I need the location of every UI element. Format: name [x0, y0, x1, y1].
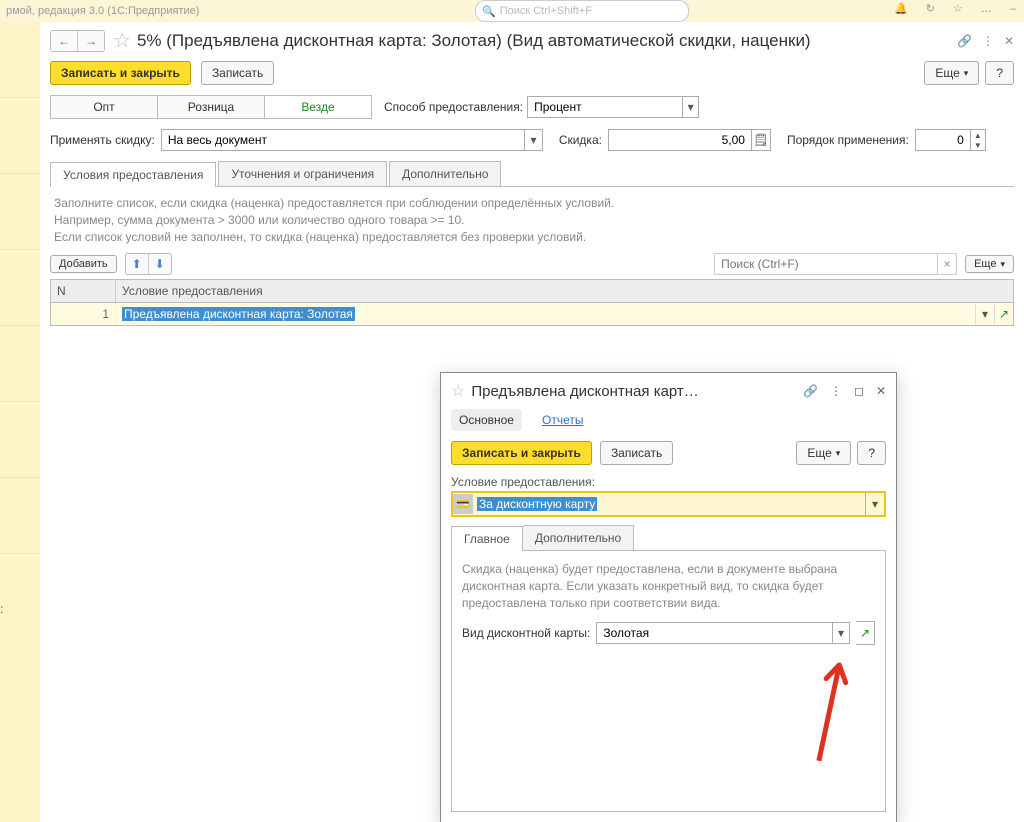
- app-title-fragment: рмой, редакция 3.0 (1С:Предприятие): [6, 5, 199, 17]
- popup-maximize-icon[interactable]: ◻: [854, 384, 864, 398]
- discount-field[interactable]: 🗒: [608, 129, 771, 151]
- popup-condition-value: За дисконтную карту: [477, 497, 597, 511]
- popup-condition-label: Условие предоставления:: [441, 469, 896, 491]
- bell-icon[interactable]: 🔔: [894, 2, 908, 15]
- row-open-icon[interactable]: ↗: [994, 304, 1013, 324]
- kind-label: Вид дисконтной карты:: [462, 626, 590, 640]
- command-bar: Записать и закрыть Записать Еще ▾ ?: [40, 57, 1024, 89]
- row-chevron-down-icon[interactable]: ▾: [975, 304, 994, 324]
- popup-write-button[interactable]: Записать: [600, 441, 673, 465]
- move-buttons[interactable]: ⬆ ⬇: [125, 253, 172, 275]
- kind-chevron-down-icon[interactable]: ▾: [832, 623, 849, 643]
- table-row[interactable]: 1 Предъявлена дисконтная карта: Золотая …: [51, 303, 1013, 325]
- spin-up-icon[interactable]: ▲: [971, 130, 985, 140]
- kebab-icon[interactable]: ⋮: [982, 34, 994, 48]
- tab-extra[interactable]: Дополнительно: [389, 161, 501, 186]
- tab-conditions[interactable]: Условия предоставления: [50, 162, 216, 187]
- popup-description: Скидка (наценка) будет предоставлена, ес…: [462, 561, 875, 611]
- conditions-toolbar: Добавить ⬆ ⬇ × Еще ▾: [50, 253, 1014, 275]
- nav-arrows[interactable]: ← →: [50, 30, 105, 52]
- form-title: 5% (Предъявлена дисконтная карта: Золота…: [137, 31, 811, 51]
- popup-more-button[interactable]: Еще ▾: [796, 441, 851, 465]
- write-button[interactable]: Записать: [201, 61, 274, 85]
- card-icon: 💳: [453, 494, 473, 514]
- calculator-icon[interactable]: 🗒: [751, 130, 770, 150]
- kind-combo[interactable]: ▾: [596, 622, 850, 644]
- provide-method-input[interactable]: [528, 97, 682, 117]
- app-topbar: рмой, редакция 3.0 (1С:Предприятие) 🔍 По…: [0, 0, 1024, 23]
- kind-open-icon[interactable]: ↗: [856, 621, 875, 645]
- popup-tab-extra[interactable]: Дополнительно: [523, 525, 634, 550]
- add-button[interactable]: Добавить: [50, 255, 117, 273]
- move-down-icon[interactable]: ⬇: [148, 254, 171, 274]
- forward-arrow-icon[interactable]: →: [77, 31, 104, 51]
- col-condition: Условие предоставления: [116, 280, 1013, 302]
- conditions-search-input[interactable]: [715, 254, 937, 274]
- gutter-colon: :: [0, 602, 3, 616]
- popup-condition-combo[interactable]: 💳 За дисконтную карту ▾: [451, 491, 886, 517]
- popup-write-close-button[interactable]: Записать и закрыть: [451, 441, 592, 465]
- conditions-more-button[interactable]: Еще ▾: [965, 255, 1014, 273]
- provide-method-combo[interactable]: ▾: [527, 96, 699, 118]
- more-button[interactable]: Еще ▾: [924, 61, 979, 85]
- popup-subtab-main[interactable]: Основное: [451, 409, 522, 431]
- apply-discount-input[interactable]: [162, 130, 524, 150]
- star-icon[interactable]: ☆: [953, 2, 963, 15]
- user-menu[interactable]: …: [981, 3, 992, 15]
- discount-label: Скидка:: [559, 133, 602, 147]
- popup-cond-chevron-down-icon[interactable]: ▾: [865, 493, 884, 515]
- conditions-hint: Заполните список, если скидка (наценка) …: [54, 195, 1010, 245]
- order-label: Порядок применения:: [787, 133, 909, 147]
- chevron-down-icon[interactable]: ▾: [524, 130, 542, 150]
- popup-kebab-icon[interactable]: ⋮: [830, 384, 842, 398]
- kind-input[interactable]: [597, 623, 832, 643]
- close-icon[interactable]: ✕: [1004, 34, 1014, 48]
- form-titlebar: ← → ☆ 5% (Предъявлена дисконтная карта: …: [40, 22, 1024, 57]
- chevron-down-icon[interactable]: ▾: [682, 97, 698, 117]
- global-search-placeholder: Поиск Ctrl+Shift+F: [500, 5, 592, 17]
- minimize-icon[interactable]: –: [1010, 3, 1016, 15]
- apply-discount-combo[interactable]: ▾: [161, 129, 543, 151]
- col-n: N: [51, 280, 116, 302]
- move-up-icon[interactable]: ⬆: [126, 254, 148, 274]
- write-and-close-button[interactable]: Записать и закрыть: [50, 61, 191, 85]
- tab-refinements[interactable]: Уточнения и ограничения: [218, 161, 387, 186]
- section-gutter: :: [0, 22, 41, 822]
- favorite-star-icon[interactable]: ☆: [113, 28, 131, 53]
- history-icon[interactable]: ↻: [926, 2, 935, 15]
- spin-down-icon[interactable]: ▼: [971, 140, 985, 150]
- condition-text: Предъявлена дисконтная карта: Золотая: [122, 307, 355, 321]
- discount-input[interactable]: [609, 130, 751, 150]
- clear-search-icon[interactable]: ×: [937, 254, 956, 274]
- popup-star-icon[interactable]: ☆: [451, 381, 465, 401]
- popup-close-icon[interactable]: ✕: [876, 384, 886, 398]
- link-icon[interactable]: 🔗: [957, 34, 972, 48]
- order-input[interactable]: [916, 130, 970, 150]
- help-button[interactable]: ?: [985, 61, 1014, 85]
- conditions-search[interactable]: ×: [714, 253, 957, 275]
- popup-link-icon[interactable]: 🔗: [803, 384, 818, 398]
- conditions-table: N Условие предоставления 1 Предъявлена д…: [50, 279, 1014, 326]
- apply-discount-label: Применять скидку:: [50, 133, 155, 147]
- segment-opt[interactable]: Опт: [50, 95, 158, 119]
- provide-method-label: Способ предоставления:: [384, 100, 523, 114]
- segment-retail[interactable]: Розница: [158, 95, 265, 119]
- cell-condition[interactable]: Предъявлена дисконтная карта: Золотая: [116, 303, 975, 325]
- main-tabs: Условия предоставления Уточнения и огран…: [50, 161, 1014, 187]
- popup-subtab-reports[interactable]: Отчеты: [534, 409, 591, 431]
- cell-n: 1: [51, 303, 116, 325]
- popup-tab-main[interactable]: Главное: [451, 526, 523, 551]
- order-spinner[interactable]: ▲▼: [915, 129, 986, 151]
- global-search[interactable]: 🔍 Поиск Ctrl+Shift+F: [475, 0, 689, 22]
- popup-title: Предъявлена дисконтная карт…: [471, 383, 698, 400]
- segment-everywhere[interactable]: Везде: [265, 95, 372, 119]
- back-arrow-icon[interactable]: ←: [51, 31, 77, 51]
- popup-help-button[interactable]: ?: [857, 441, 886, 465]
